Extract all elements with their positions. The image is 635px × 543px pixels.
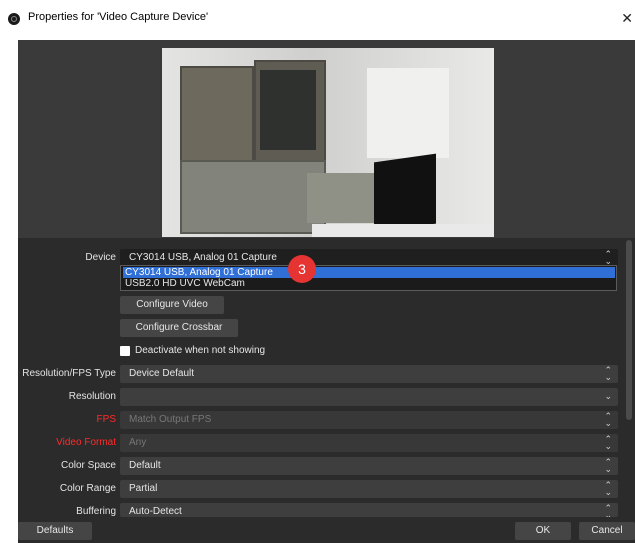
color-space-label: Color Space [60,460,116,471]
video-format-label: Video Format [56,437,116,448]
window-title: Properties for 'Video Capture Device' [28,11,209,23]
resolution-label-row: Resolution [18,388,116,406]
ok-button[interactable]: OK [515,522,571,540]
spin-arrows-icon: ⌃ ⌄ [604,480,612,497]
spin-arrows-icon: ⌃ ⌄ [604,503,612,518]
res-fps-type-label: Resolution/FPS Type [22,368,116,379]
properties-panel: Device CY3014 USB, Analog 01 Capture ⌃ ⌄ … [18,238,635,543]
device-label-row: Device [18,249,116,267]
resolution-combo[interactable]: ⌄ [120,388,618,406]
spin-arrows-icon: ⌃ ⌄ [604,434,612,451]
res-fps-type-select[interactable]: Device Default ⌃ ⌄ [120,365,618,383]
video-format-label-row: Video Format [18,434,116,452]
title-bar: Properties for 'Video Capture Device' ✕ [0,0,635,40]
device-dropdown-list: CY3014 USB, Analog 01 Capture USB2.0 HD … [120,265,617,291]
res-fps-type-label-row: Resolution/FPS Type [18,365,116,383]
defaults-button[interactable]: Defaults [18,522,92,540]
close-icon[interactable]: ✕ [621,10,633,27]
scrollbar-thumb[interactable] [626,240,632,420]
device-label: Device [85,252,116,263]
color-space-select[interactable]: Default ⌃ ⌄ [120,457,618,475]
deactivate-label: Deactivate when not showing [135,345,266,356]
buffering-select[interactable]: Auto-Detect ⌃ ⌄ [120,503,618,517]
step-annotation-badge: 3 [288,255,316,283]
obs-logo-icon [8,13,20,25]
device-option-webcam[interactable]: USB2.0 HD UVC WebCam [123,278,245,289]
resolution-label: Resolution [68,391,116,402]
spin-arrows-icon: ⌃ ⌄ [604,457,612,474]
camera-preview [162,48,494,237]
color-space-label-row: Color Space [18,457,116,475]
spin-arrows-icon: ⌃ ⌄ [604,249,612,266]
color-range-label-row: Color Range [18,480,116,498]
device-value: CY3014 USB, Analog 01 Capture [129,252,277,263]
color-range-label: Color Range [59,483,116,494]
deactivate-checkbox[interactable] [120,346,130,356]
spin-arrows-icon: ⌃ ⌄ [604,411,612,428]
chevron-down-icon: ⌄ [604,391,612,401]
fps-label: FPS [96,414,116,425]
scrollbar[interactable] [625,240,633,440]
cancel-button[interactable]: Cancel [579,522,635,540]
configure-video-button[interactable]: Configure Video [120,296,224,314]
color-range-select[interactable]: Partial ⌃ ⌄ [120,480,618,498]
fps-label-row: FPS [18,411,116,429]
configure-crossbar-button[interactable]: Configure Crossbar [120,319,238,337]
video-format-select[interactable]: Any ⌃ ⌄ [120,434,618,452]
buffering-label: Buffering [76,506,116,517]
fps-select[interactable]: Match Output FPS ⌃ ⌄ [120,411,618,429]
device-option-cy3014[interactable]: CY3014 USB, Analog 01 Capture [123,267,615,278]
preview-area [18,40,635,238]
dialog-footer: Defaults OK Cancel [18,519,635,543]
spin-arrows-icon: ⌃ ⌄ [604,365,612,382]
